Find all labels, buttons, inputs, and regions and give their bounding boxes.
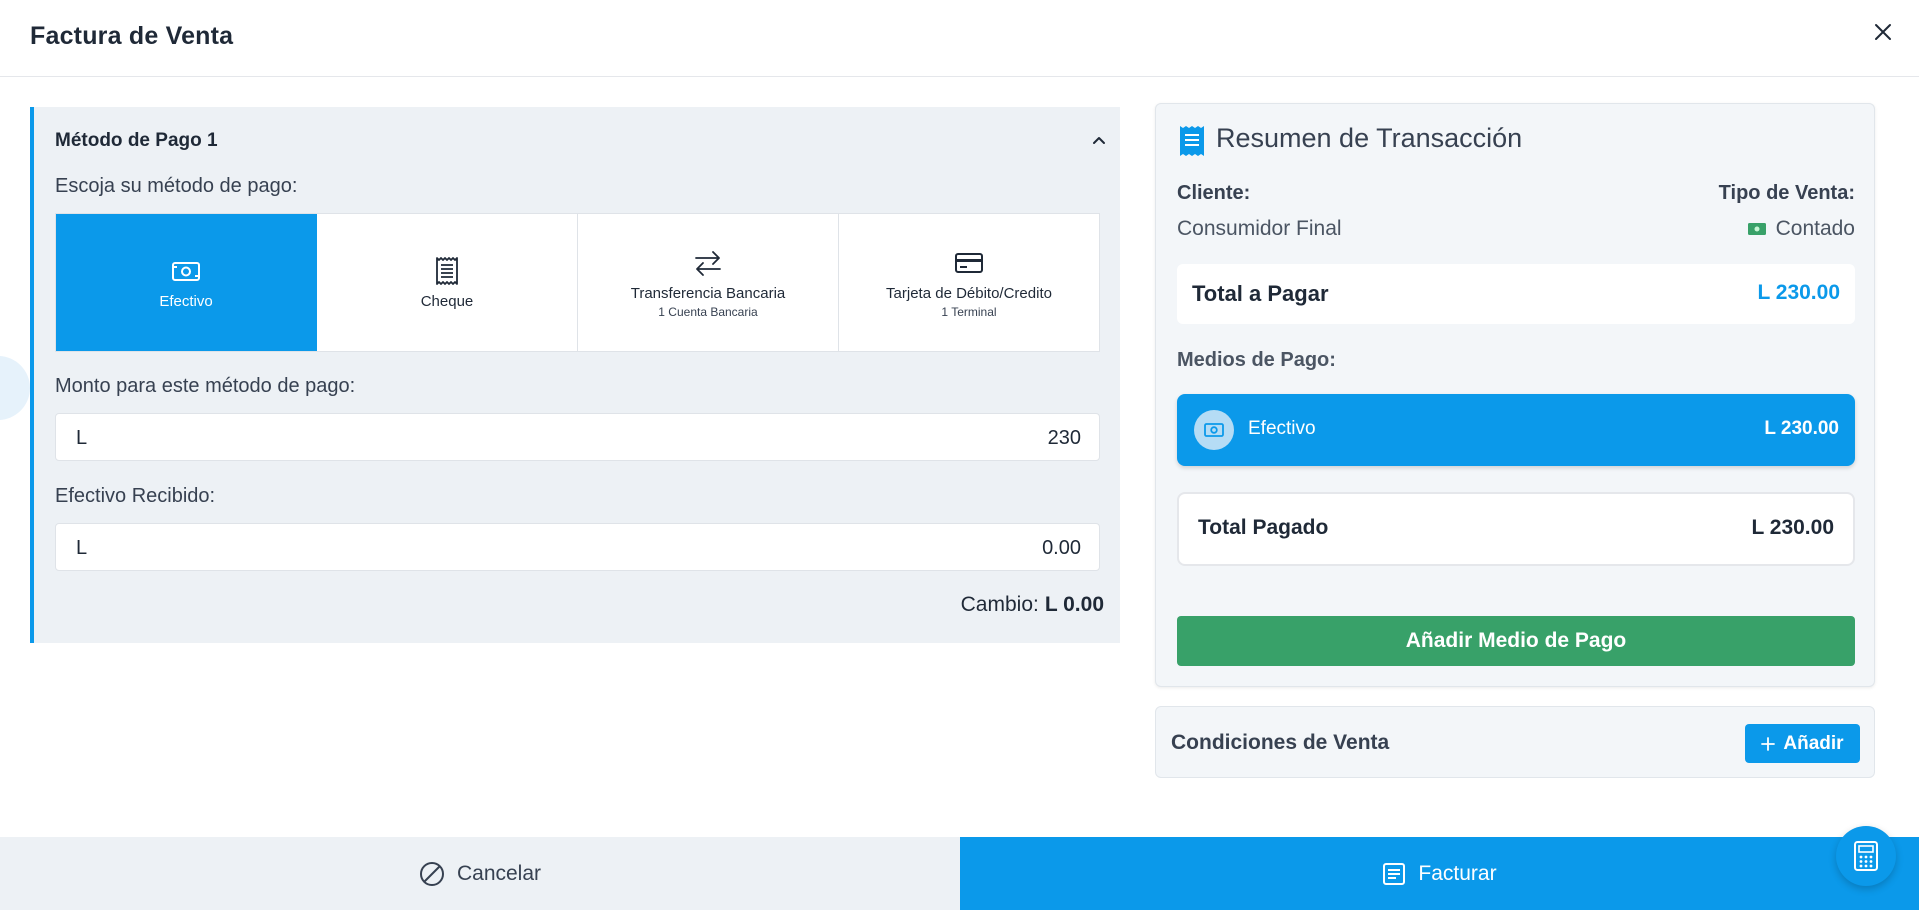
- amount-field: L: [55, 413, 1100, 461]
- cash-received-label: Efectivo Recibido:: [55, 485, 216, 507]
- transaction-summary-card: Resumen de Transacción Cliente: Tipo de …: [1155, 103, 1875, 687]
- cash-bill-icon: [1747, 223, 1766, 235]
- payment-item-label: Efectivo: [1248, 418, 1316, 439]
- cancel-icon: [419, 861, 444, 886]
- chevron-up-icon[interactable]: [1090, 132, 1108, 150]
- plus-icon: [1761, 736, 1776, 751]
- total-paid-value: L 230.00: [1751, 516, 1834, 539]
- change-value: L 0.00: [1044, 593, 1104, 616]
- calculator-icon: [1854, 841, 1878, 871]
- credit-card-icon: [955, 252, 983, 273]
- add-condition-button[interactable]: Añadir: [1745, 724, 1860, 763]
- total-due-box: Total a Pagar L 230.00: [1177, 264, 1855, 324]
- method-name: Transferencia Bancaria: [630, 284, 786, 302]
- total-paid-label: Total Pagado: [1198, 516, 1329, 539]
- payment-method-panel: Método de Pago 1 Escoja su método de pag…: [30, 107, 1120, 643]
- choose-method-label: Escoja su método de pago:: [55, 175, 298, 197]
- cash-received-input[interactable]: [181, 532, 1081, 564]
- method-name: Tarjeta de Débito/Credito: [886, 284, 1052, 302]
- receipt-icon: [1180, 126, 1204, 156]
- method-option-transferencia[interactable]: Transferencia Bancaria 1 Cuenta Bancaria: [578, 214, 839, 351]
- payment-item-value: L 230.00: [1764, 418, 1839, 439]
- sale-conditions-label: Condiciones de Venta: [1171, 731, 1390, 754]
- method-subtitle: 1 Terminal: [941, 304, 997, 319]
- sale-conditions-card: Condiciones de Venta Añadir: [1155, 706, 1875, 778]
- cash-icon: [172, 262, 200, 281]
- payment-method-options: Efectivo Cheque Transferencia Bancaria 1…: [55, 213, 1100, 352]
- invoice-button[interactable]: Facturar: [960, 837, 1919, 910]
- amount-input[interactable]: [181, 422, 1081, 454]
- calculator-button[interactable]: [1836, 826, 1896, 886]
- client-value: Consumidor Final: [1177, 217, 1342, 240]
- cancel-label: Cancelar: [456, 861, 542, 885]
- cash-icon: [1194, 410, 1234, 450]
- cancel-button[interactable]: Cancelar: [0, 837, 960, 910]
- payment-method-title: Método de Pago 1: [55, 130, 218, 151]
- currency-prefix: L: [76, 427, 88, 449]
- sale-type-value: Contado: [1775, 217, 1855, 240]
- payment-methods-label: Medios de Pago:: [1177, 349, 1336, 371]
- modal-header: Factura de Venta: [0, 0, 1919, 77]
- transfer-arrows-icon: [695, 250, 721, 276]
- method-name: Efectivo: [159, 293, 213, 310]
- change-display: Cambio: L 0.00: [961, 593, 1104, 617]
- add-condition-label: Añadir: [1783, 732, 1844, 754]
- method-subtitle: 1 Cuenta Bancaria: [658, 304, 758, 319]
- sale-type-display: Contado: [1747, 217, 1855, 241]
- method-option-efectivo[interactable]: Efectivo: [56, 214, 317, 351]
- sale-type-label: Tipo de Venta:: [1718, 182, 1855, 204]
- cash-received-field: L: [55, 523, 1100, 571]
- receipt-icon: [436, 257, 458, 285]
- amount-label: Monto para este método de pago:: [55, 375, 356, 397]
- close-icon[interactable]: [1869, 18, 1897, 46]
- total-due-label: Total a Pagar: [1192, 281, 1329, 306]
- method-option-tarjeta[interactable]: Tarjeta de Débito/Credito 1 Terminal: [839, 214, 1099, 351]
- invoice-label: Facturar: [1418, 861, 1497, 885]
- method-option-cheque[interactable]: Cheque: [317, 214, 578, 351]
- payment-method-header[interactable]: Método de Pago 1: [55, 123, 1110, 159]
- footer-actions: Cancelar Facturar: [0, 837, 1919, 910]
- add-payment-method-button[interactable]: Añadir Medio de Pago: [1177, 616, 1855, 666]
- decorative-circle: [0, 356, 30, 420]
- method-name: Cheque: [420, 293, 474, 310]
- change-label: Cambio:: [960, 593, 1039, 616]
- client-label: Cliente:: [1177, 182, 1251, 204]
- total-due-value: L 230.00: [1757, 281, 1840, 304]
- payment-method-item[interactable]: Efectivo L 230.00: [1177, 394, 1855, 466]
- total-paid-box: Total Pagado L 230.00: [1177, 492, 1855, 566]
- modal-title: Factura de Venta: [30, 22, 234, 50]
- document-icon: [1383, 862, 1406, 885]
- currency-prefix: L: [76, 537, 88, 559]
- summary-title: Resumen de Transacción: [1216, 123, 1523, 153]
